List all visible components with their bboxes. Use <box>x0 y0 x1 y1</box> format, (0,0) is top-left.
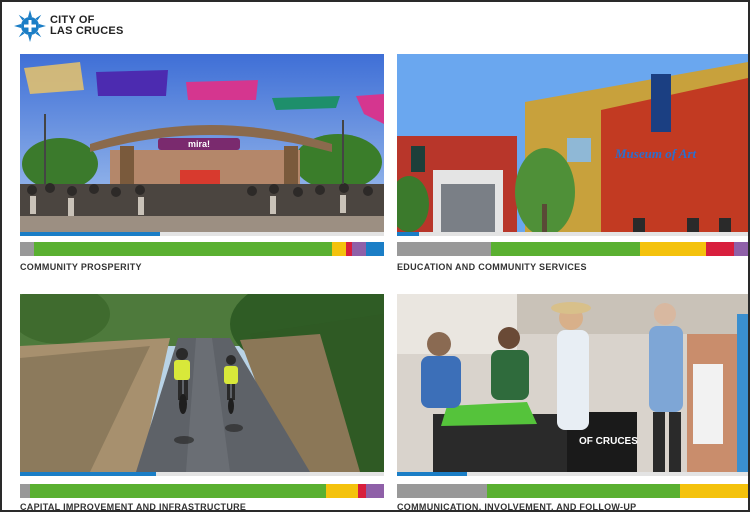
card-caption[interactable]: CAPITAL IMPROVEMENT AND INFRASTRUCTURE <box>20 502 246 512</box>
progress-track <box>160 232 384 236</box>
sun-cross-icon <box>14 10 46 42</box>
community-booth-photo: OF CRUCES <box>397 294 748 472</box>
stripe-green <box>487 484 680 498</box>
stripe-green <box>30 484 326 498</box>
stripe-yellow <box>640 242 706 256</box>
stripe-purple <box>366 484 384 498</box>
card-caption[interactable]: COMMUNITY PROSPERITY <box>20 262 142 272</box>
stripe-yellow <box>680 484 748 498</box>
bike-path-photo <box>20 294 384 472</box>
progress-accent-bar <box>20 232 160 236</box>
card-communication-involvement[interactable]: OF CRUCES COMMUNICATION, INVOLVEMENT, AN… <box>397 294 748 512</box>
card-education-community-services[interactable]: Museum of Art EDUCATION AND COMMUNITY SE… <box>397 54 748 278</box>
city-name: CITY OF LAS CRUCES <box>50 15 124 37</box>
stripe-red <box>706 242 734 256</box>
color-stripe <box>20 242 384 256</box>
color-stripe <box>20 484 384 498</box>
banner-text: OF CRUCES <box>579 436 638 447</box>
stripe-yellow <box>332 242 346 256</box>
stripe-gray <box>397 484 487 498</box>
card-caption[interactable]: EDUCATION AND COMMUNITY SERVICES <box>397 262 587 272</box>
progress-track <box>156 472 384 476</box>
stripe-green <box>491 242 640 256</box>
stripe-purple <box>352 242 366 256</box>
museum-photo: Museum of Art <box>397 54 748 232</box>
banner-text: mira! <box>188 139 210 149</box>
stripe-red <box>358 484 366 498</box>
card-community-prosperity[interactable]: mira! COMMUNITY PROSPERITY <box>20 54 384 278</box>
stripe-gray <box>20 484 30 498</box>
progress-accent-bar <box>397 232 419 236</box>
stripe-purple <box>734 242 748 256</box>
site-header: CITY OF LAS CRUCES <box>2 2 748 52</box>
progress-track <box>467 472 748 476</box>
color-stripe <box>397 242 748 256</box>
plaza-festival-photo: mira! <box>20 54 384 232</box>
museum-sign: Museum of Art <box>614 146 697 161</box>
progress-track <box>419 232 748 236</box>
city-logo[interactable]: CITY OF LAS CRUCES <box>14 10 124 42</box>
color-stripe <box>397 484 748 498</box>
stripe-blue <box>366 242 384 256</box>
stripe-yellow <box>326 484 358 498</box>
logo-line-2: LAS CRUCES <box>50 25 124 37</box>
stripe-green <box>34 242 332 256</box>
card-caption[interactable]: COMMUNICATION, INVOLVEMENT, AND FOLLOW-U… <box>397 502 636 512</box>
stripe-gray <box>397 242 491 256</box>
progress-accent-bar <box>20 472 156 476</box>
card-capital-improvement-infrastructure[interactable]: CAPITAL IMPROVEMENT AND INFRASTRUCTURE <box>20 294 384 512</box>
progress-accent-bar <box>397 472 467 476</box>
stripe-gray <box>20 242 34 256</box>
